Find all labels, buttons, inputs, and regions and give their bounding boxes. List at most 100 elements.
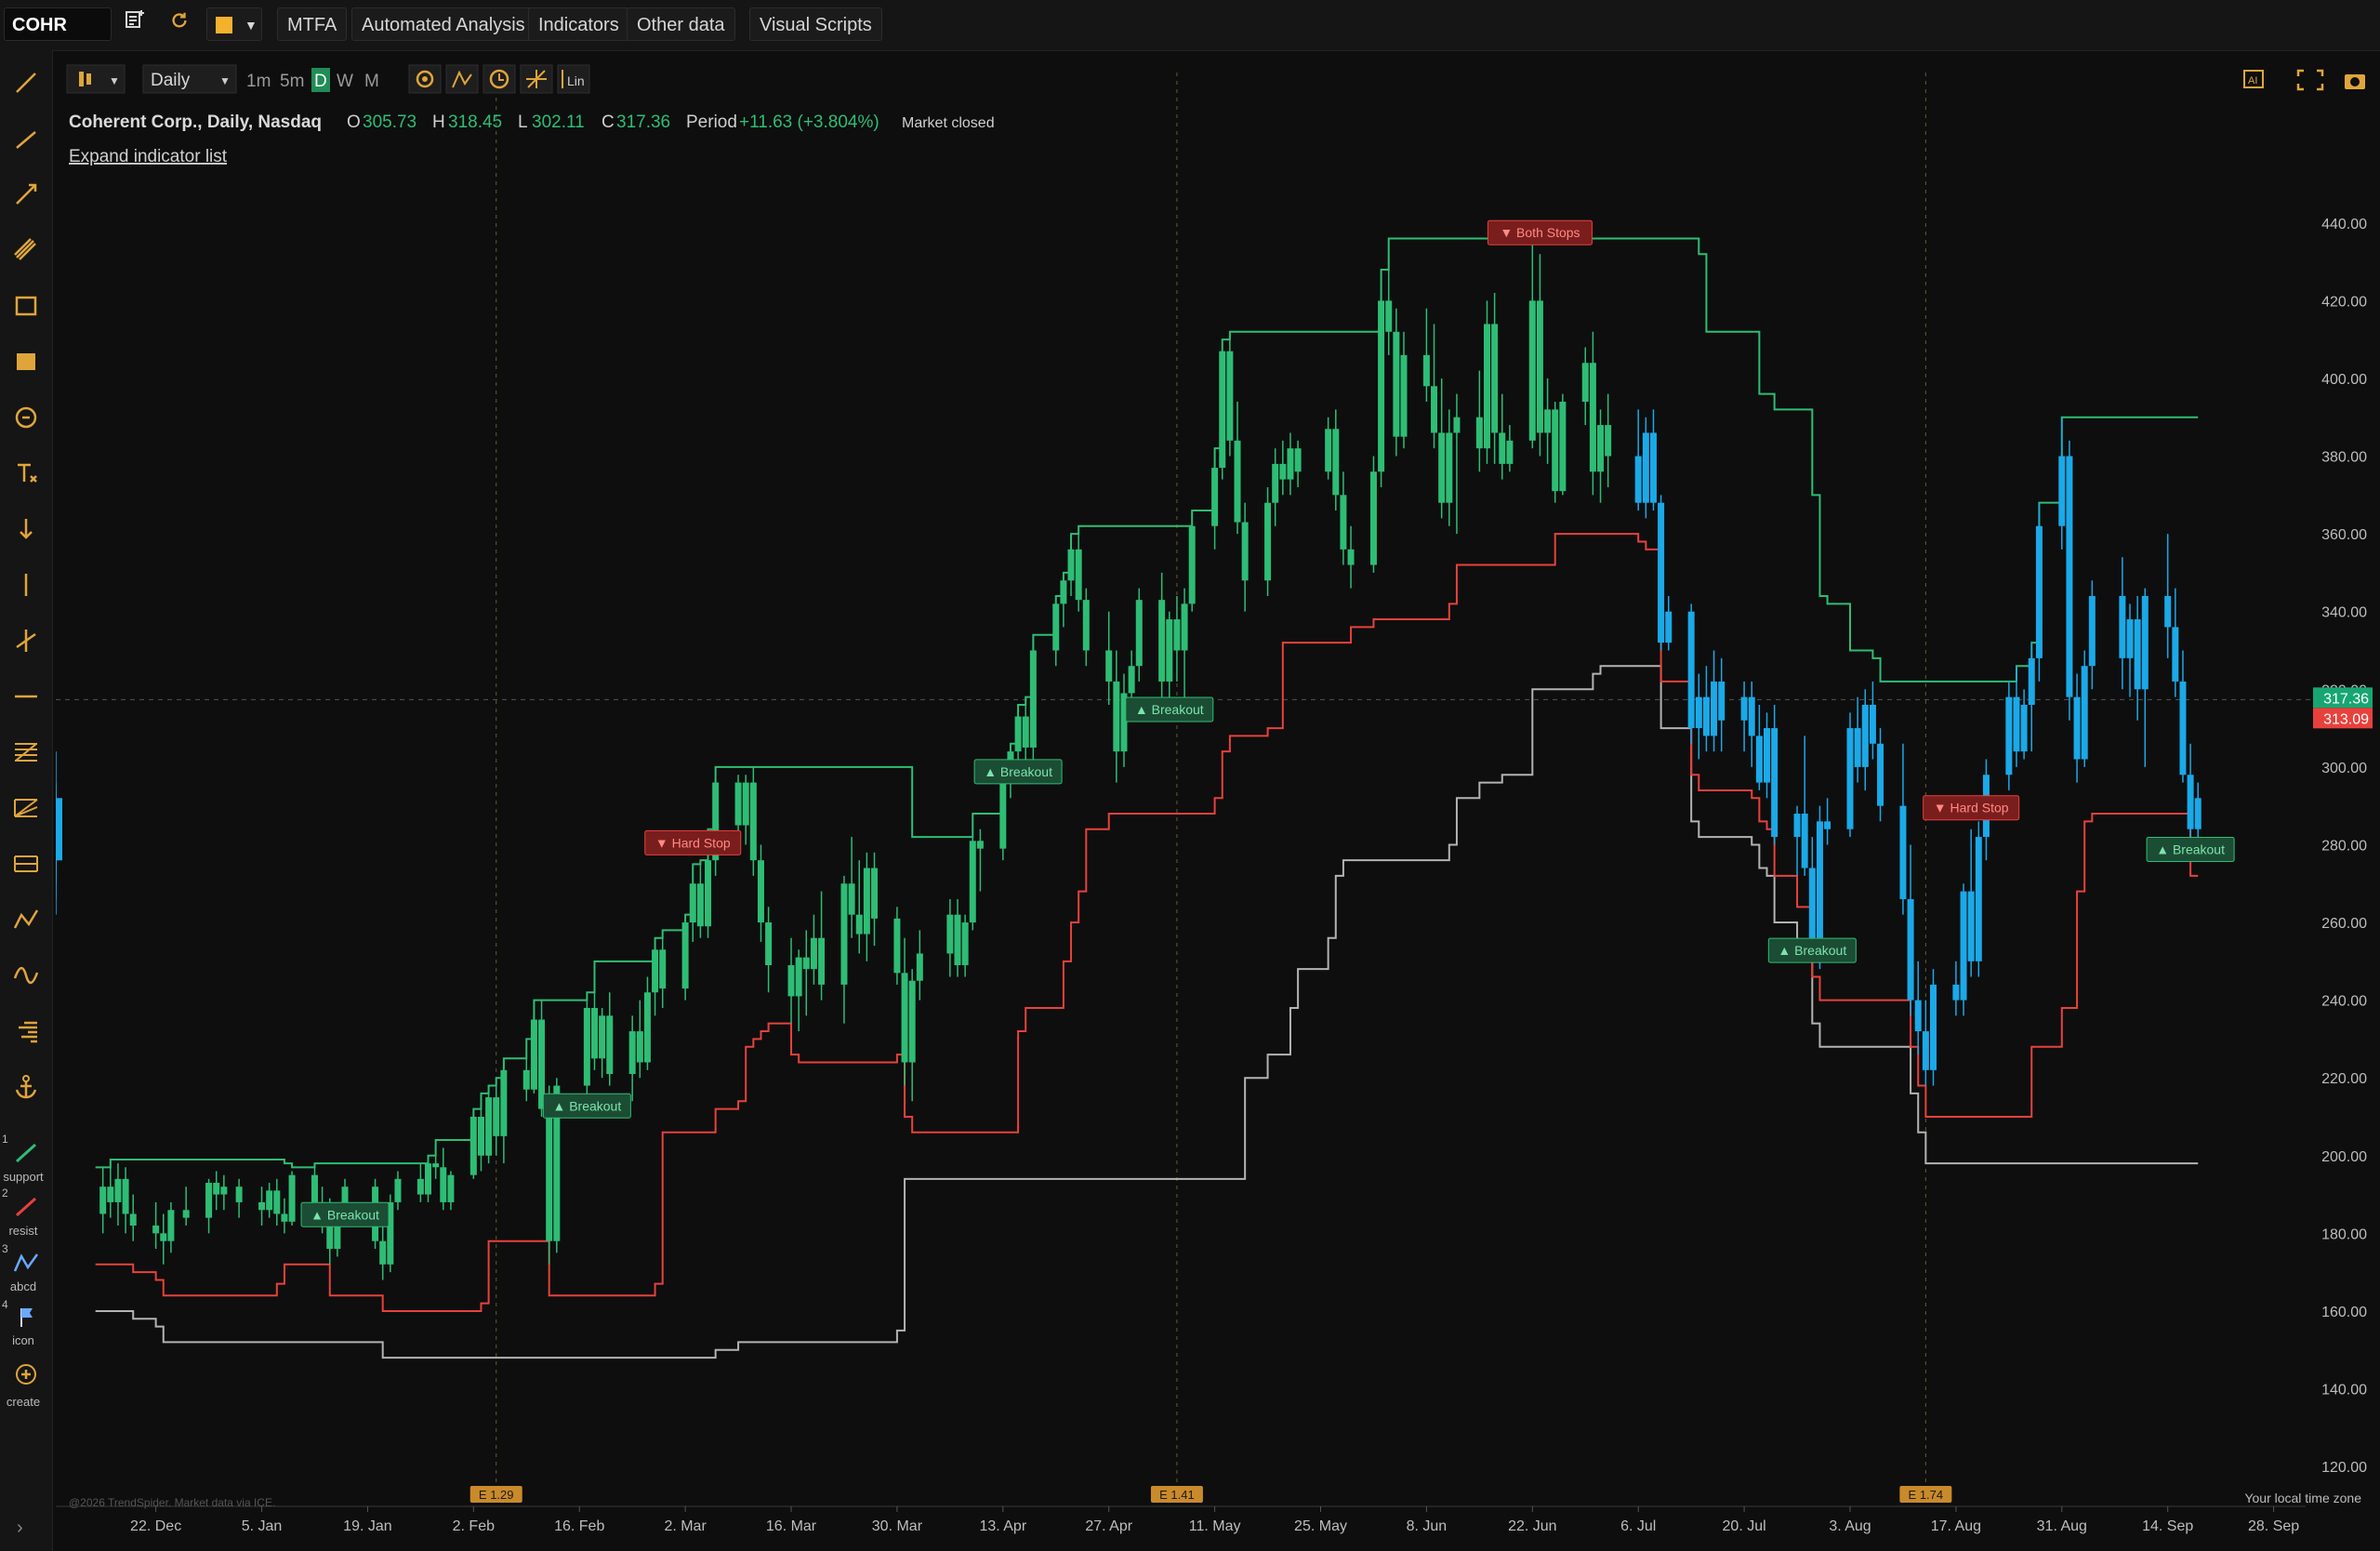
candle-body	[394, 1178, 402, 1202]
x-tick-label: 31. Aug	[2037, 1518, 2087, 1534]
refresh-icon[interactable]	[164, 7, 195, 41]
resist-tool-icon[interactable]	[7, 1194, 45, 1222]
drawing-tools-sidebar: 1 support 2 resist 3 abcd 4 icon create …	[0, 50, 53, 1551]
candle-body	[802, 957, 810, 970]
text-tool-icon[interactable]	[7, 459, 45, 497]
candle-body	[2164, 595, 2172, 628]
candle-body	[1422, 354, 1430, 387]
open-label: O	[347, 113, 361, 132]
indicators-button[interactable]: Indicators	[528, 7, 629, 41]
parallel-lines-tool-icon[interactable]	[7, 850, 45, 887]
timeframe-m[interactable]: M	[364, 72, 379, 91]
mtfa-button[interactable]: MTFA	[277, 7, 348, 41]
candle-body	[1711, 681, 1718, 736]
curve-tool-icon[interactable]	[7, 961, 45, 999]
candle-body	[2088, 595, 2096, 667]
abcd-tool-icon[interactable]	[7, 1250, 45, 1278]
x-tick-label: 13. Apr	[979, 1518, 1026, 1534]
candle-body	[1340, 495, 1347, 550]
chevron-down-icon: ▼	[109, 74, 120, 87]
timeframe-1m[interactable]: 1m	[246, 72, 271, 91]
color-picker-button[interactable]: ▼	[206, 7, 262, 41]
crosshair-tool-icon[interactable]	[7, 627, 45, 664]
create-label: create	[6, 1395, 41, 1409]
fib-retracement-tool-icon[interactable]	[7, 738, 45, 776]
line-tool-icon[interactable]	[7, 125, 45, 162]
filled-rectangle-tool-icon[interactable]	[7, 348, 45, 385]
candle-body	[2179, 681, 2187, 776]
candle-body	[1605, 425, 1612, 457]
symbol-input[interactable]: COHR	[4, 7, 112, 41]
signal-label: ▲ Breakout	[2156, 842, 2225, 856]
horizontal-line-tool-icon[interactable]	[7, 683, 45, 720]
x-tick-label: 30. Mar	[872, 1518, 923, 1534]
candle-body	[99, 1186, 107, 1214]
candle-body	[1552, 409, 1559, 492]
x-tick-label: 6. Jul	[1620, 1518, 1656, 1534]
candle-body	[1764, 728, 1771, 783]
candle-body	[1581, 363, 1589, 403]
candle-body	[2020, 705, 2028, 752]
y-tick-label: 340.00	[2321, 605, 2367, 621]
timeframe-d[interactable]: D	[314, 72, 327, 91]
earnings-label: E 1.74	[1909, 1488, 1944, 1502]
candle-body	[1052, 603, 1060, 651]
expand-indicator-list-link[interactable]: Expand indicator list	[69, 147, 228, 166]
polyline-tool-icon[interactable]	[7, 906, 45, 943]
circle-tool-icon[interactable]	[7, 404, 45, 441]
signal-label: ▲ Breakout	[311, 1207, 379, 1222]
x-tick-label: 3. Aug	[1829, 1518, 1871, 1534]
vertical-line-tool-icon[interactable]	[7, 571, 45, 608]
candle-body	[1272, 463, 1279, 503]
volume-profile-tool-icon[interactable]	[7, 1017, 45, 1054]
fib-fan-tool-icon[interactable]	[7, 794, 45, 831]
signal-label: ▲ Breakout	[552, 1098, 621, 1113]
timeframe-w[interactable]: W	[337, 72, 353, 91]
candle-body	[1854, 728, 1861, 767]
candle-chart-icon	[79, 72, 84, 86]
candle-body	[477, 1116, 484, 1156]
candle-body	[235, 1186, 243, 1202]
candle-body	[871, 868, 879, 919]
candle-body	[1234, 440, 1241, 523]
ray-tool-icon[interactable]	[7, 180, 45, 218]
candle-body	[1740, 696, 1748, 721]
candle-body	[1975, 837, 1982, 961]
rectangle-tool-icon[interactable]	[7, 292, 45, 329]
candle-body	[152, 1226, 160, 1234]
price-chart[interactable]: ▲ Breakout ▲ Breakout ▼ Hard Stop ▲ Breakou…	[56, 54, 2376, 1551]
candle-body	[1544, 409, 1552, 433]
chevron-right-icon[interactable]: ›	[17, 1518, 23, 1539]
low-value: 302.11	[532, 113, 585, 132]
candle-body	[916, 953, 923, 981]
channel-tool-icon[interactable]	[7, 236, 45, 273]
y-tick-label: 140.00	[2321, 1383, 2367, 1399]
flag-tool-icon[interactable]	[7, 1304, 45, 1332]
anchor-tool-icon[interactable]	[7, 1073, 45, 1110]
candle-body	[946, 914, 954, 954]
automated-analysis-button[interactable]: Automated Analysis	[351, 7, 536, 41]
candle-body	[1899, 805, 1907, 899]
timeframe-5m[interactable]: 5m	[280, 72, 304, 91]
other-data-button[interactable]: Other data	[627, 7, 735, 41]
create-tool-icon[interactable]	[7, 1361, 45, 1389]
support-tool-icon[interactable]	[7, 1140, 45, 1168]
timezone-label[interactable]: Your local time zone	[2244, 1491, 2361, 1505]
gear-icon-center	[422, 76, 428, 82]
x-tick-label: 25. May	[1294, 1518, 1347, 1534]
trendline-tool-icon[interactable]	[7, 69, 45, 106]
watchlist-icon[interactable]	[119, 7, 151, 41]
candle-body	[583, 1007, 590, 1086]
candle-body	[863, 868, 870, 935]
candle-body	[855, 914, 863, 935]
candle-body	[107, 1186, 114, 1202]
candle-body	[281, 1213, 288, 1222]
candle-body	[1589, 363, 1596, 472]
candle-body	[954, 914, 961, 965]
arrow-down-tool-icon[interactable]	[7, 515, 45, 552]
y-tick-label: 260.00	[2321, 916, 2367, 932]
visual-scripts-button[interactable]: Visual Scripts	[749, 7, 882, 41]
candle-body	[1649, 432, 1657, 503]
candle-body	[795, 957, 802, 997]
low-label: L	[518, 113, 528, 132]
